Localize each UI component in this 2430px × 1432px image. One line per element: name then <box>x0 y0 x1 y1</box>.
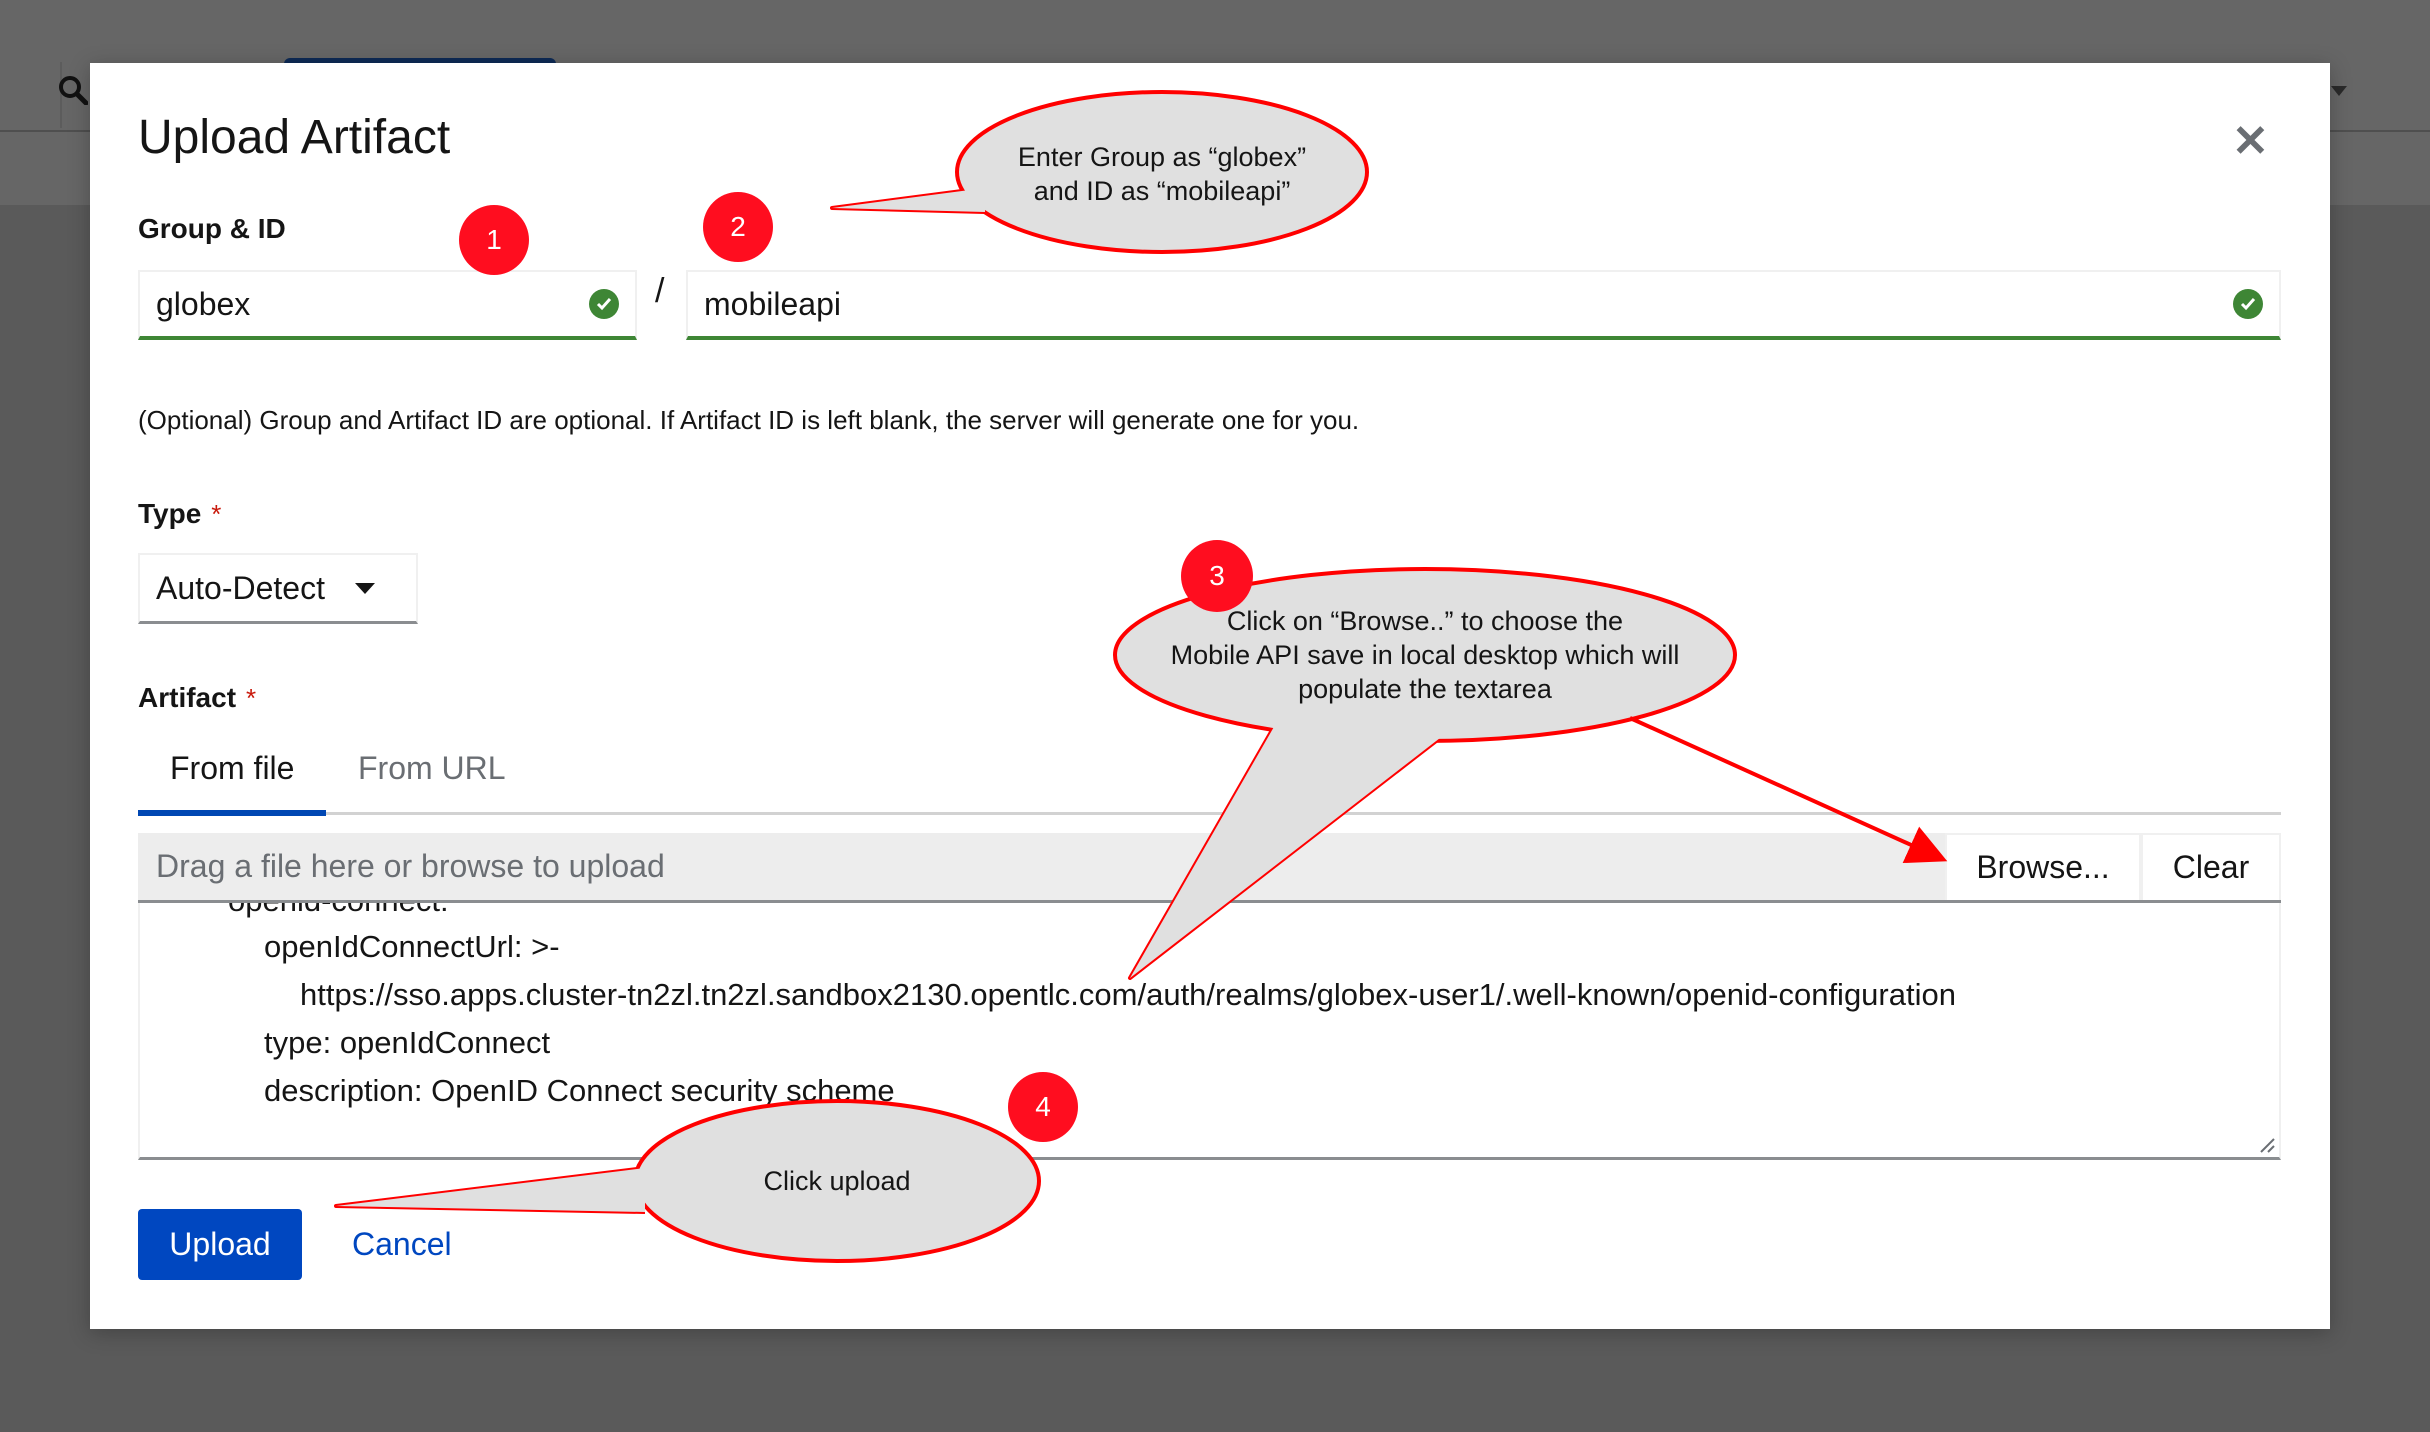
callout-3-line: populate the textarea <box>1298 674 1552 704</box>
callout-3-text: Click on “Browse..” to choose the Mobile… <box>1125 604 1725 706</box>
annotation-overlay <box>334 90 1948 1263</box>
step-badge-3-number: 3 <box>1209 560 1225 591</box>
callout-3-arrow <box>1629 716 1948 864</box>
callout-2-text: Enter Group as “globex” and ID as “mobil… <box>962 140 1362 208</box>
callout-2-line: Enter Group as “globex” <box>1017 142 1307 172</box>
callout-3-line: Mobile API save in local desktop which w… <box>1170 640 1680 670</box>
step-badge-2-number: 2 <box>730 211 746 242</box>
step-badge-4-number: 4 <box>1035 1091 1051 1122</box>
step-badge-1-number: 1 <box>486 224 502 255</box>
callout-3-line: Click on “Browse..” to choose the <box>1226 606 1624 636</box>
callout-4-text: Click upload <box>687 1164 987 1198</box>
callout-4-line: Click upload <box>763 1166 911 1196</box>
callout-2-line: and ID as “mobileapi” <box>1033 176 1291 206</box>
